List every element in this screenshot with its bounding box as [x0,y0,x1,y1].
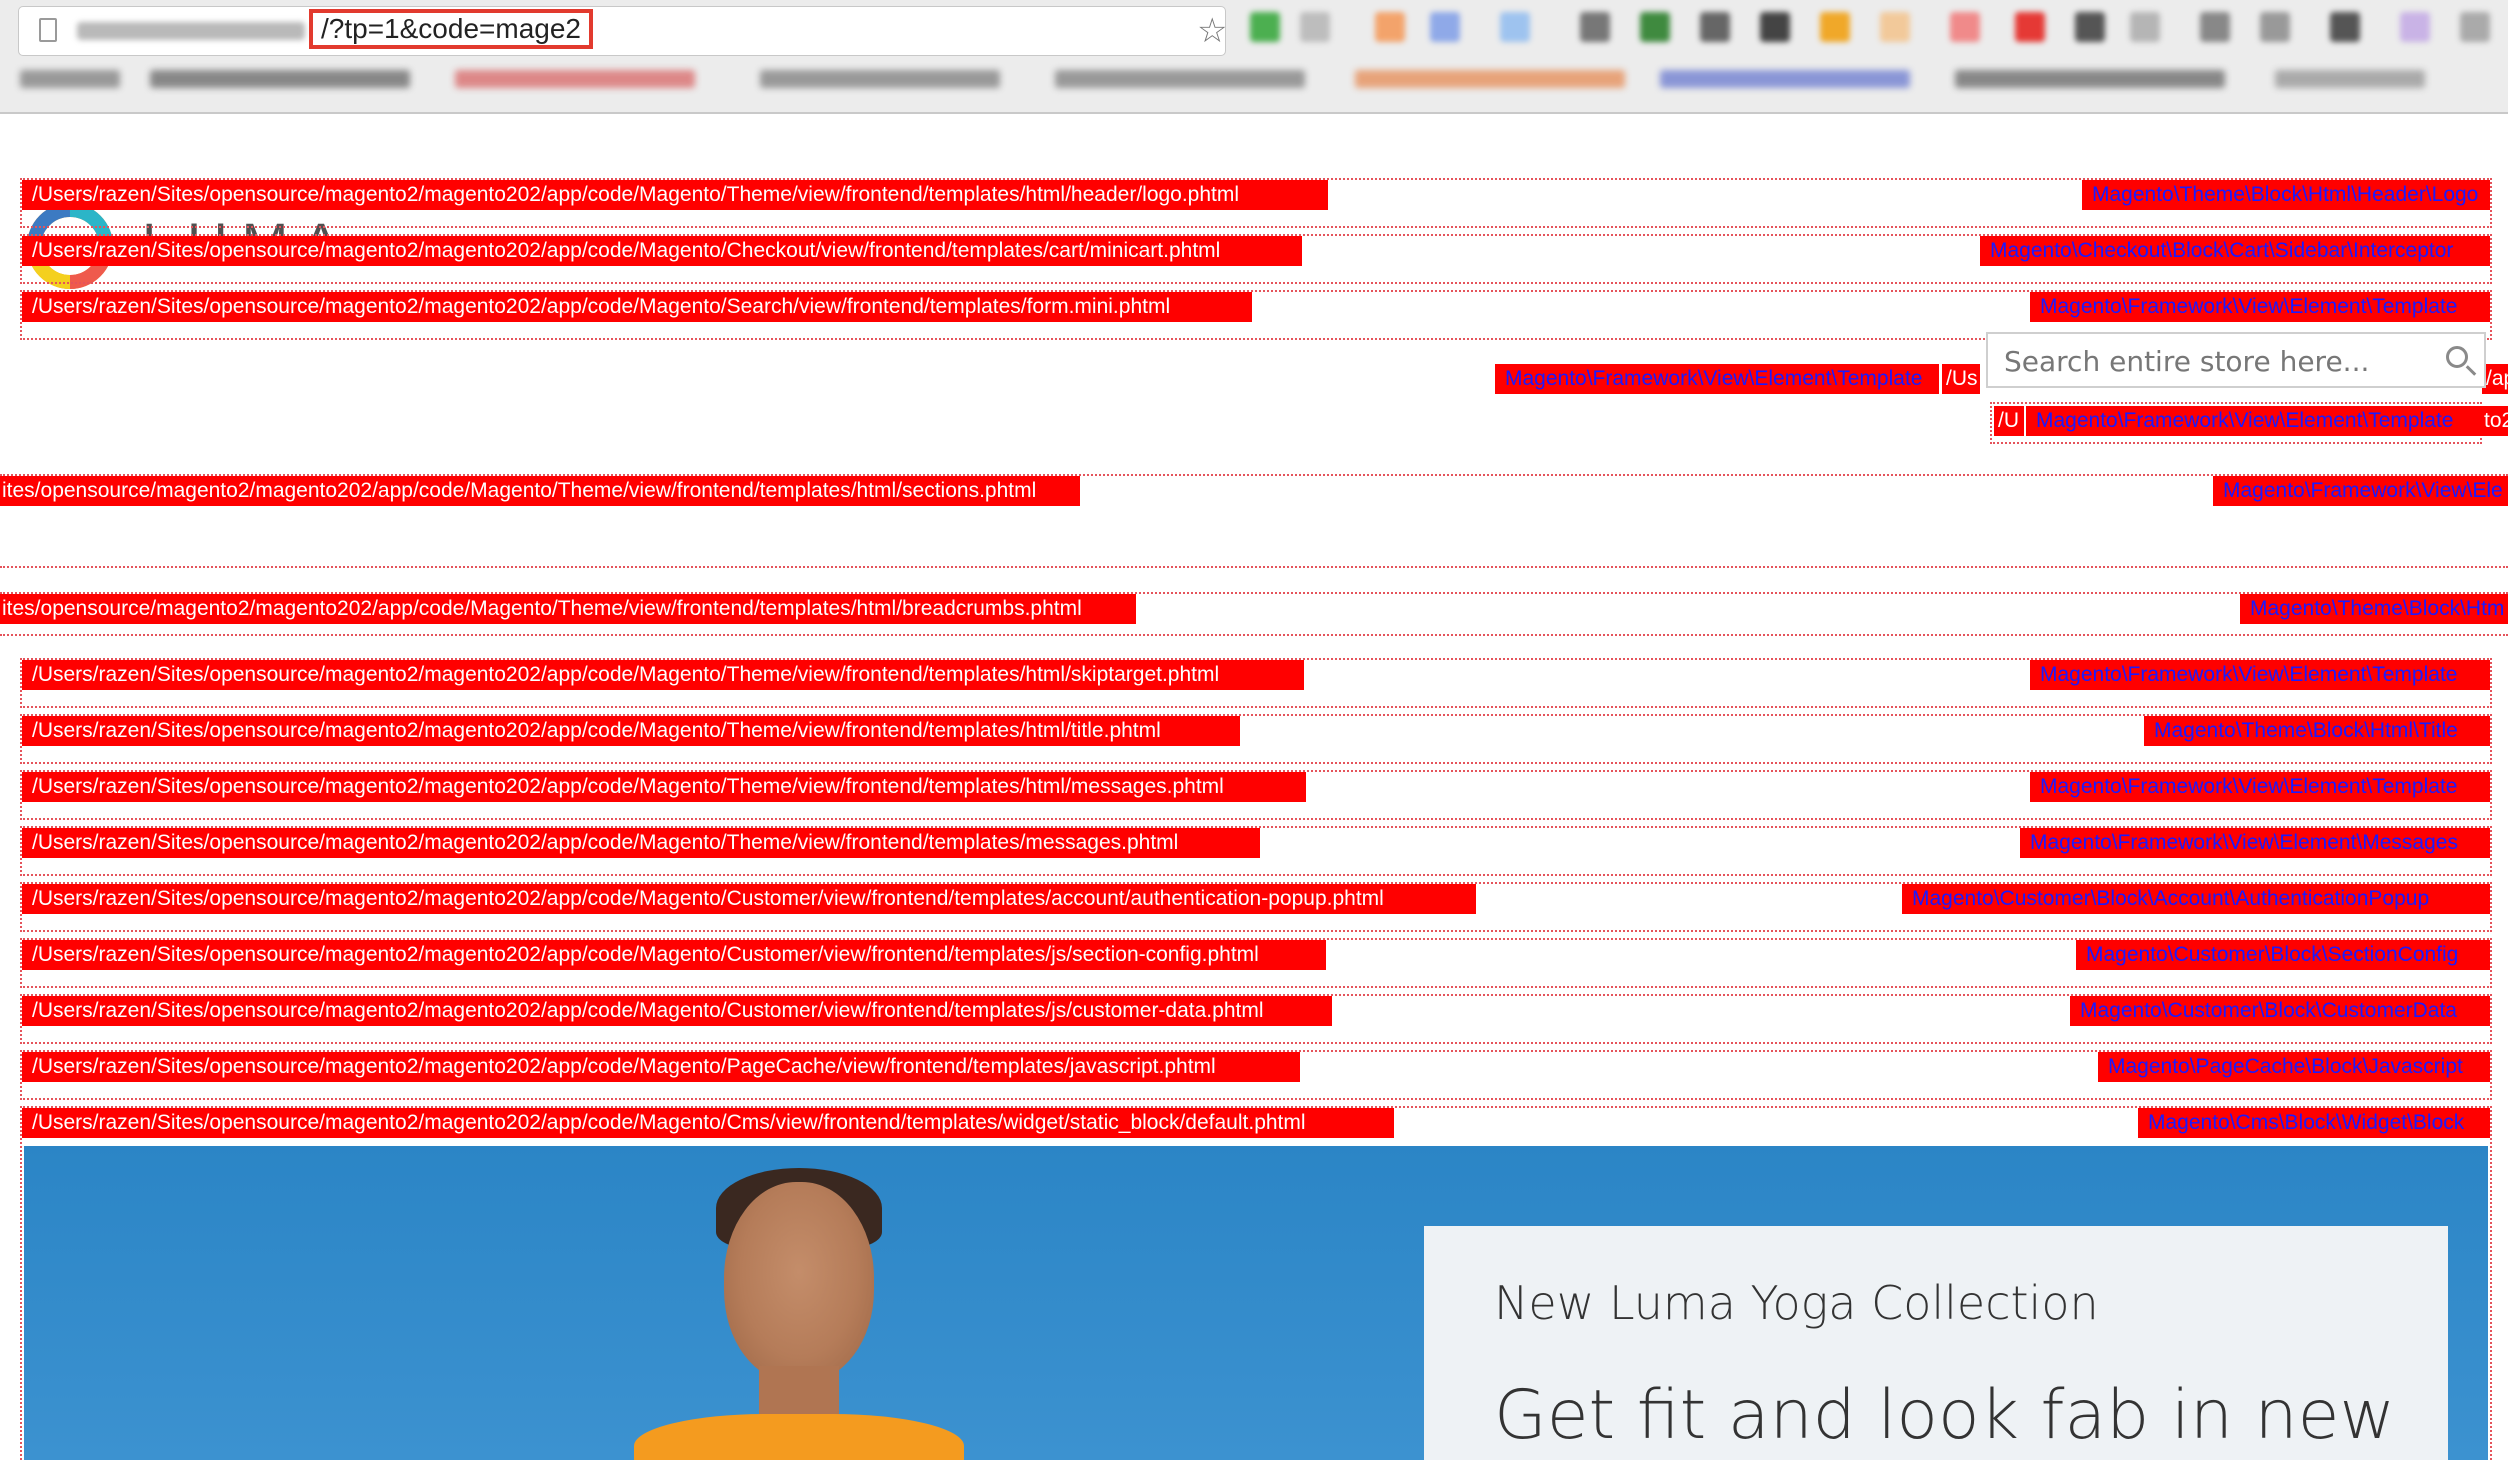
template-path-label: /Users/razen/Sites/opensource/magento2/m… [22,1108,1394,1138]
block-class-label: Magento\Theme\Block\Html\Title [2144,716,2490,746]
block-class-label: Magento\Framework\View\Ele [2213,476,2508,506]
template-path-label: ites/opensource/magento2/magento202/app/… [0,476,1080,506]
block-class-label: Magento\Framework\View\Element\Template [2030,772,2490,802]
extension-icon[interactable] [1580,12,1610,42]
block-class-label: Magento\Customer\Block\SectionConfig [2076,940,2490,970]
search-input[interactable] [2002,340,2406,382]
extension-icon[interactable] [2260,12,2290,42]
extension-icon[interactable] [1820,12,1850,42]
block-class-label: Magento\Customer\Block\Account\Authentic… [1902,884,2490,914]
star-icon[interactable]: ☆ [1197,13,1227,49]
block-class-label: Magento\Theme\Block\Html\Header\Logo [2082,180,2490,210]
block-class-label: Magento\Theme\Block\Htm [2240,594,2508,624]
template-path-label: /Users/razen/Sites/opensource/magento2/m… [22,292,1252,322]
extension-icon[interactable] [1375,12,1405,42]
template-path-label: ites/opensource/magento2/magento202/app/… [0,594,1136,624]
template-path-label: /Users/razen/Sites/opensource/magento2/m… [22,996,1332,1026]
template-path-label: /Users/razen/Sites/opensource/magento2/m… [22,940,1326,970]
block-class-label: Magento\Customer\Block\CustomerData [2070,996,2490,1026]
block-class-label: Magento\Framework\View\Element\Messages [2020,828,2490,858]
extension-icon[interactable] [1640,12,1670,42]
extension-icon[interactable] [1760,12,1790,42]
extension-icon[interactable] [1950,12,1980,42]
bookmark-item[interactable] [1660,70,1910,88]
bookmark-item[interactable] [1355,70,1625,88]
template-path-label: /Users/razen/Sites/opensource/magento2/m… [22,716,1240,746]
template-path-label: /Users/razen/Sites/opensource/magento2/m… [22,1052,1300,1082]
block-class-label: Magento\Cms\Block\Widget\Block [2138,1108,2490,1138]
extension-icon[interactable] [1880,12,1910,42]
bookmark-item[interactable] [760,70,1000,88]
template-path-label: /Us [1942,364,1980,394]
block-class-label: Magento\PageCache\Block\Javascript [2098,1052,2490,1082]
block-class-label: Magento\Checkout\Block\Cart\Sidebar\Inte… [1980,236,2490,266]
address-bar[interactable]: /?tp=1&code=mage2 ☆ [18,6,1227,56]
block-class-label: Magento\Framework\View\Element\Template [2026,406,2488,436]
bookmark-item[interactable] [20,70,120,88]
bookmark-item[interactable] [455,70,695,88]
promo-panel: New Luma Yoga Collection Get fit and loo… [1424,1226,2448,1460]
hint-divider [0,634,2508,636]
bookmark-item[interactable] [150,70,410,88]
extension-icon[interactable] [1500,12,1530,42]
block-class-label: Magento\Framework\View\Element\Template [2030,660,2490,690]
search-box [1986,332,2486,388]
extension-icon[interactable] [2130,12,2160,42]
blurred-host [77,22,305,40]
template-path-label: /Users/razen/Sites/opensource/magento2/m… [22,236,1302,266]
template-path-label: /Users/razen/Sites/opensource/magento2/m… [22,180,1328,210]
model-face [724,1182,874,1382]
hero-banner[interactable]: New Luma Yoga Collection Get fit and loo… [24,1146,2488,1460]
page-icon [39,18,57,42]
block-class-label: Magento\Framework\View\Element\Template [2030,292,2490,322]
template-path-label: /U [1994,406,2024,436]
browser-chrome: /?tp=1&code=mage2 ☆ [0,0,2508,114]
extension-icon[interactable] [1250,12,1280,42]
hint-divider [0,566,2508,568]
promo-title: Get fit and look fab in new [1494,1376,2396,1455]
template-path-label: /Users/razen/Sites/opensource/magento2/m… [22,772,1306,802]
bookmark-item[interactable] [1055,70,1305,88]
extension-icon[interactable] [2015,12,2045,42]
extension-icon[interactable] [1430,12,1460,42]
template-path-label: /Users/razen/Sites/opensource/magento2/m… [22,884,1476,914]
extension-icon[interactable] [2330,12,2360,42]
search-icon[interactable] [2446,346,2468,368]
bookmark-item[interactable] [2275,70,2425,88]
extension-icon[interactable] [1300,12,1330,42]
model-top [634,1414,964,1460]
url-query-highlight[interactable]: /?tp=1&code=mage2 [309,9,593,49]
extension-icon[interactable] [2400,12,2430,42]
promo-subtitle: New Luma Yoga Collection [1494,1276,2099,1330]
extension-icon[interactable] [1700,12,1730,42]
template-path-label: /Users/razen/Sites/opensource/magento2/m… [22,660,1304,690]
template-path-label: /Users/razen/Sites/opensource/magento2/m… [22,828,1260,858]
bookmark-item[interactable] [1955,70,2225,88]
block-class-label: Magento\Framework\View\Element\Template [1495,364,1939,394]
extension-icon[interactable] [2460,12,2490,42]
extension-icon[interactable] [2200,12,2230,42]
extension-icon[interactable] [2075,12,2105,42]
template-path-tail: to2 [2480,406,2508,436]
